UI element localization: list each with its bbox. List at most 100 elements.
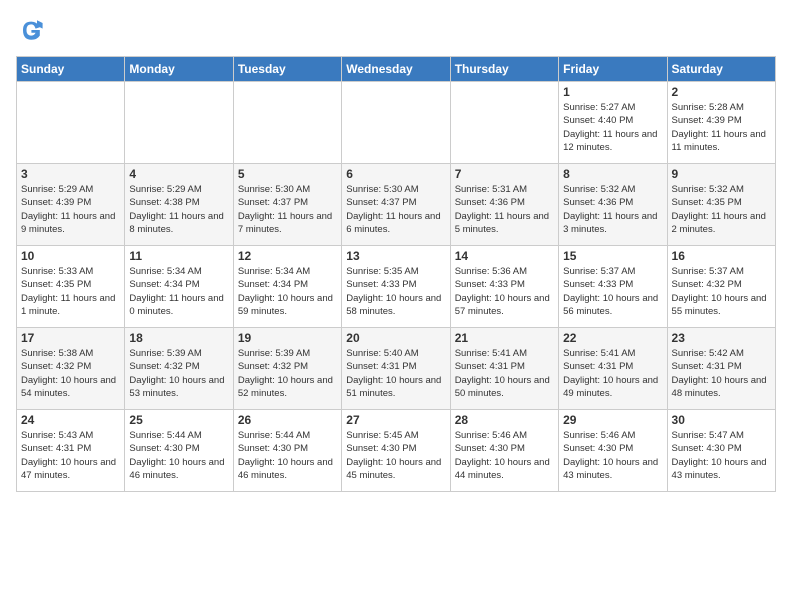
day-number: 19 (238, 331, 337, 345)
day-info: Sunrise: 5:29 AM Sunset: 4:39 PM Dayligh… (21, 183, 120, 236)
calendar-cell (342, 82, 450, 164)
calendar-cell (450, 82, 558, 164)
calendar-cell (17, 82, 125, 164)
day-info: Sunrise: 5:47 AM Sunset: 4:30 PM Dayligh… (672, 429, 771, 482)
calendar-cell: 12 Sunrise: 5:34 AM Sunset: 4:34 PM Dayli… (233, 246, 341, 328)
day-number: 6 (346, 167, 445, 181)
calendar-cell: 18Sunrise: 5:39 AM Sunset: 4:32 PM Dayli… (125, 328, 233, 410)
calendar-header-friday: Friday (559, 57, 667, 82)
calendar-cell: 7 Sunrise: 5:31 AM Sunset: 4:36 PM Daylig… (450, 164, 558, 246)
day-number: 26 (238, 413, 337, 427)
day-info: Sunrise: 5:31 AM Sunset: 4:36 PM Dayligh… (455, 183, 554, 236)
day-info: Sunrise: 5:29 AM Sunset: 4:38 PM Dayligh… (129, 183, 228, 236)
day-info: Sunrise: 5:33 AM Sunset: 4:35 PM Dayligh… (21, 265, 120, 318)
day-number: 3 (21, 167, 120, 181)
day-info: Sunrise: 5:41 AM Sunset: 4:31 PM Dayligh… (563, 347, 662, 400)
day-info: Sunrise: 5:46 AM Sunset: 4:30 PM Dayligh… (563, 429, 662, 482)
calendar-header-wednesday: Wednesday (342, 57, 450, 82)
calendar-cell: 9 Sunrise: 5:32 AM Sunset: 4:35 PM Daylig… (667, 164, 775, 246)
day-info: Sunrise: 5:30 AM Sunset: 4:37 PM Dayligh… (238, 183, 337, 236)
calendar-cell: 5 Sunrise: 5:30 AM Sunset: 4:37 PM Daylig… (233, 164, 341, 246)
calendar-cell: 27 Sunrise: 5:45 AM Sunset: 4:30 PM Dayli… (342, 410, 450, 492)
day-info: Sunrise: 5:37 AM Sunset: 4:32 PM Dayligh… (672, 265, 771, 318)
day-number: 28 (455, 413, 554, 427)
calendar-cell: 2 Sunrise: 5:28 AM Sunset: 4:39 PM Daylig… (667, 82, 775, 164)
day-info: Sunrise: 5:35 AM Sunset: 4:33 PM Dayligh… (346, 265, 445, 318)
day-number: 1 (563, 85, 662, 99)
calendar-cell: 15 Sunrise: 5:37 AM Sunset: 4:33 PM Dayli… (559, 246, 667, 328)
calendar-cell: 28 Sunrise: 5:46 AM Sunset: 4:30 PM Dayli… (450, 410, 558, 492)
calendar-cell: 6 Sunrise: 5:30 AM Sunset: 4:37 PM Daylig… (342, 164, 450, 246)
day-info: Sunrise: 5:34 AM Sunset: 4:34 PM Dayligh… (238, 265, 337, 318)
day-number: 8 (563, 167, 662, 181)
calendar-cell: 1 Sunrise: 5:27 AM Sunset: 4:40 PM Daylig… (559, 82, 667, 164)
calendar-cell: 19 Sunrise: 5:39 AM Sunset: 4:32 PM Dayli… (233, 328, 341, 410)
day-info: Sunrise: 5:45 AM Sunset: 4:30 PM Dayligh… (346, 429, 445, 482)
day-number: 21 (455, 331, 554, 345)
calendar-week-row: 3 Sunrise: 5:29 AM Sunset: 4:39 PM Daylig… (17, 164, 776, 246)
calendar-cell: 29 Sunrise: 5:46 AM Sunset: 4:30 PM Dayli… (559, 410, 667, 492)
calendar-cell: 13 Sunrise: 5:35 AM Sunset: 4:33 PM Dayli… (342, 246, 450, 328)
day-number: 29 (563, 413, 662, 427)
calendar-header-row: SundayMondayTuesdayWednesdayThursdayFrid… (17, 57, 776, 82)
calendar-cell: 25Sunrise: 5:44 AM Sunset: 4:30 PM Dayli… (125, 410, 233, 492)
calendar-week-row: 24 Sunrise: 5:43 AM Sunset: 4:31 PM Dayli… (17, 410, 776, 492)
day-number: 24 (21, 413, 120, 427)
calendar-header-saturday: Saturday (667, 57, 775, 82)
calendar: SundayMondayTuesdayWednesdayThursdayFrid… (16, 56, 776, 492)
day-number: 15 (563, 249, 662, 263)
day-number: 5 (238, 167, 337, 181)
day-number: 11 (129, 249, 228, 263)
calendar-cell: 4Sunrise: 5:29 AM Sunset: 4:38 PM Daylig… (125, 164, 233, 246)
day-number: 23 (672, 331, 771, 345)
day-number: 20 (346, 331, 445, 345)
day-number: 2 (672, 85, 771, 99)
day-number: 10 (21, 249, 120, 263)
calendar-cell: 8Sunrise: 5:32 AM Sunset: 4:36 PM Daylig… (559, 164, 667, 246)
calendar-week-row: 17Sunrise: 5:38 AM Sunset: 4:32 PM Dayli… (17, 328, 776, 410)
calendar-week-row: 10 Sunrise: 5:33 AM Sunset: 4:35 PM Dayli… (17, 246, 776, 328)
calendar-cell: 30 Sunrise: 5:47 AM Sunset: 4:30 PM Dayli… (667, 410, 775, 492)
calendar-cell: 3 Sunrise: 5:29 AM Sunset: 4:39 PM Daylig… (17, 164, 125, 246)
calendar-header-tuesday: Tuesday (233, 57, 341, 82)
day-number: 16 (672, 249, 771, 263)
day-info: Sunrise: 5:39 AM Sunset: 4:32 PM Dayligh… (238, 347, 337, 400)
calendar-header-monday: Monday (125, 57, 233, 82)
day-number: 14 (455, 249, 554, 263)
day-info: Sunrise: 5:28 AM Sunset: 4:39 PM Dayligh… (672, 101, 771, 154)
day-number: 27 (346, 413, 445, 427)
day-info: Sunrise: 5:44 AM Sunset: 4:30 PM Dayligh… (238, 429, 337, 482)
day-info: Sunrise: 5:34 AM Sunset: 4:34 PM Dayligh… (129, 265, 228, 318)
calendar-cell: 20 Sunrise: 5:40 AM Sunset: 4:31 PM Dayli… (342, 328, 450, 410)
calendar-cell: 17Sunrise: 5:38 AM Sunset: 4:32 PM Dayli… (17, 328, 125, 410)
day-info: Sunrise: 5:43 AM Sunset: 4:31 PM Dayligh… (21, 429, 120, 482)
calendar-cell: 21 Sunrise: 5:41 AM Sunset: 4:31 PM Dayli… (450, 328, 558, 410)
day-info: Sunrise: 5:32 AM Sunset: 4:35 PM Dayligh… (672, 183, 771, 236)
logo-icon (16, 16, 44, 44)
calendar-cell: 10 Sunrise: 5:33 AM Sunset: 4:35 PM Dayli… (17, 246, 125, 328)
day-number: 9 (672, 167, 771, 181)
calendar-cell: 24 Sunrise: 5:43 AM Sunset: 4:31 PM Dayli… (17, 410, 125, 492)
calendar-cell: 22 Sunrise: 5:41 AM Sunset: 4:31 PM Dayli… (559, 328, 667, 410)
calendar-cell: 26 Sunrise: 5:44 AM Sunset: 4:30 PM Dayli… (233, 410, 341, 492)
logo (16, 16, 48, 44)
day-info: Sunrise: 5:27 AM Sunset: 4:40 PM Dayligh… (563, 101, 662, 154)
day-info: Sunrise: 5:41 AM Sunset: 4:31 PM Dayligh… (455, 347, 554, 400)
day-number: 12 (238, 249, 337, 263)
calendar-header-thursday: Thursday (450, 57, 558, 82)
calendar-week-row: 1 Sunrise: 5:27 AM Sunset: 4:40 PM Daylig… (17, 82, 776, 164)
page-header (16, 16, 776, 44)
day-info: Sunrise: 5:30 AM Sunset: 4:37 PM Dayligh… (346, 183, 445, 236)
day-info: Sunrise: 5:44 AM Sunset: 4:30 PM Dayligh… (129, 429, 228, 482)
day-number: 30 (672, 413, 771, 427)
day-info: Sunrise: 5:40 AM Sunset: 4:31 PM Dayligh… (346, 347, 445, 400)
day-number: 13 (346, 249, 445, 263)
day-number: 7 (455, 167, 554, 181)
day-info: Sunrise: 5:46 AM Sunset: 4:30 PM Dayligh… (455, 429, 554, 482)
day-info: Sunrise: 5:38 AM Sunset: 4:32 PM Dayligh… (21, 347, 120, 400)
calendar-cell (125, 82, 233, 164)
day-info: Sunrise: 5:37 AM Sunset: 4:33 PM Dayligh… (563, 265, 662, 318)
day-number: 22 (563, 331, 662, 345)
day-number: 18 (129, 331, 228, 345)
calendar-cell: 14Sunrise: 5:36 AM Sunset: 4:33 PM Dayli… (450, 246, 558, 328)
